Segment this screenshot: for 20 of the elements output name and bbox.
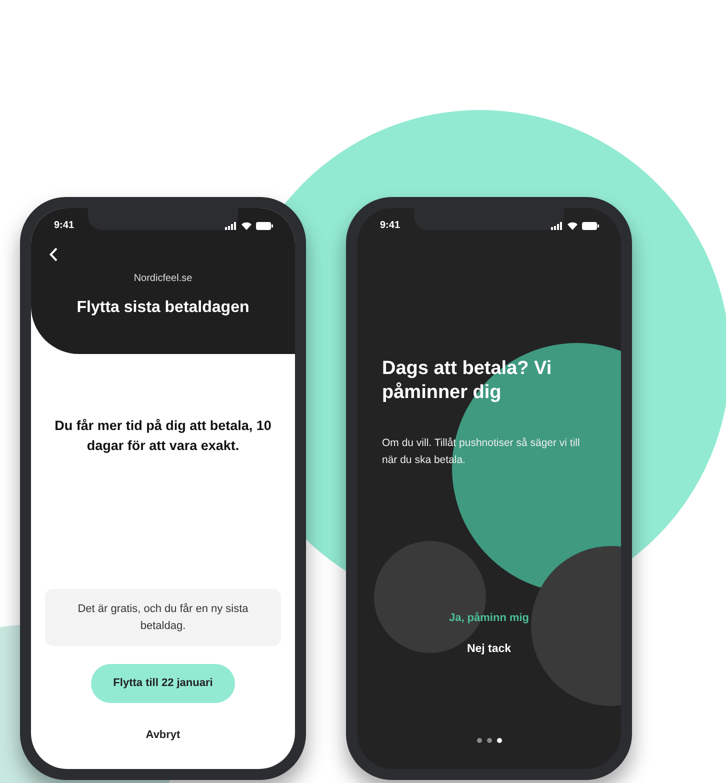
page-dot[interactable] (486, 738, 492, 743)
screen-title: Flytta sista betaldagen (76, 298, 250, 318)
page-dot[interactable] (496, 738, 502, 743)
status-time: 9:41 (54, 219, 74, 233)
page-dot[interactable] (476, 738, 482, 743)
wifi-icon (567, 222, 578, 230)
site-name: Nordicfeel.se (132, 272, 194, 286)
decline-link[interactable]: Nej tack (466, 640, 512, 658)
status-time: 9:41 (380, 219, 400, 233)
cancel-link[interactable]: Avbryt (146, 726, 180, 743)
battery-icon (582, 222, 599, 230)
battery-icon (256, 222, 273, 230)
info-box: Det är gratis, och du får en ny sista betaldag. (45, 589, 281, 646)
wifi-icon (241, 222, 252, 230)
signal-icon (225, 222, 237, 230)
signal-icon (551, 222, 563, 230)
message-text: Du får mer tid på dig att betala, 10 dagar för att vara exakt. (54, 417, 272, 456)
accept-link[interactable]: Ja, påminn mig (448, 610, 530, 627)
move-date-button[interactable]: Flytta till 22 januari (91, 664, 235, 702)
back-icon[interactable] (49, 247, 58, 262)
